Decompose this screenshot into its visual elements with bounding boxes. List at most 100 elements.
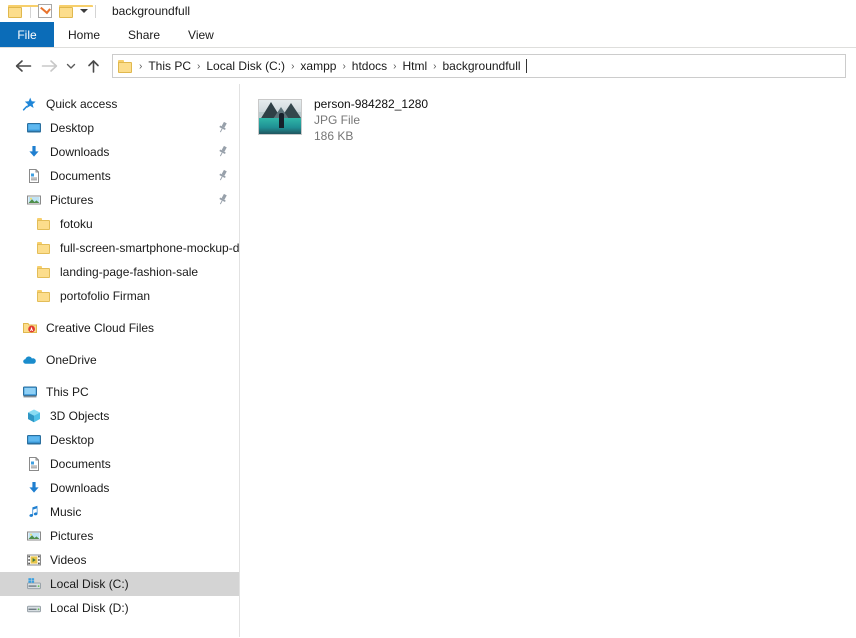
breadcrumb-separator: › <box>342 60 346 72</box>
creative-cloud-folder-icon <box>22 320 38 336</box>
sidebar-item-quick-access[interactable]: Quick access <box>0 92 239 116</box>
sidebar-item-downloads[interactable]: Downloads <box>0 140 239 164</box>
document-icon <box>26 456 42 472</box>
sidebar-item-music[interactable]: Music <box>0 500 239 524</box>
list-item[interactable]: person-984282_1280 JPG File 186 KB <box>240 96 856 144</box>
recent-locations-chevron-icon[interactable] <box>62 53 80 79</box>
navigation-pane: Quick access Desktop Downloads Documents… <box>0 84 240 637</box>
sidebar-item-label: Videos <box>50 553 87 567</box>
pictures-icon <box>26 528 42 544</box>
text-cursor <box>525 59 527 73</box>
drive-icon <box>26 600 42 616</box>
tab-view[interactable]: View <box>174 22 228 47</box>
sidebar-item-label: Local Disk (D:) <box>50 601 129 615</box>
star-icon <box>22 96 38 112</box>
tab-home[interactable]: Home <box>54 22 114 47</box>
file-thumbnail <box>258 99 302 135</box>
sidebar-item-label: Pictures <box>50 193 94 207</box>
title-bar: backgroundfull <box>0 0 856 22</box>
folder-icon <box>36 240 52 256</box>
sidebar-item-3d-objects[interactable]: 3D Objects <box>0 404 239 428</box>
breadcrumb-item-html[interactable]: Html <box>400 59 429 73</box>
sidebar-item-this-pc-downloads[interactable]: Downloads <box>0 476 239 500</box>
music-note-icon <box>26 504 42 520</box>
sidebar-item-label: Creative Cloud Files <box>46 321 155 335</box>
sidebar-item-label: Quick access <box>46 97 118 111</box>
download-arrow-icon <box>26 144 42 160</box>
system-drive-icon <box>26 576 42 592</box>
3d-objects-icon <box>26 408 42 424</box>
sidebar-item-label: OneDrive <box>46 353 97 367</box>
file-details: person-984282_1280 JPG File 186 KB <box>314 96 428 144</box>
breadcrumb-separator: › <box>197 60 201 72</box>
sidebar-item-portofolio-firman[interactable]: portofolio Firman <box>0 284 239 308</box>
sidebar-item-label: Desktop <box>50 433 95 447</box>
properties-checkbox-icon[interactable] <box>38 3 52 18</box>
breadcrumb-item-htdocs[interactable]: htdocs <box>350 59 389 73</box>
file-list-pane[interactable]: person-984282_1280 JPG File 186 KB <box>240 84 856 637</box>
tab-file[interactable]: File <box>0 22 54 47</box>
sidebar-item-label: Documents <box>50 169 111 183</box>
sidebar-item-this-pc[interactable]: This PC <box>0 380 239 404</box>
breadcrumb-item-xampp[interactable]: xampp <box>298 59 338 73</box>
breadcrumb-separator: › <box>291 60 295 72</box>
breadcrumb-item-local-disk-c[interactable]: Local Disk (C:) <box>204 59 287 73</box>
address-bar: › This PC › Local Disk (C:) › xampp › ht… <box>0 48 856 84</box>
sidebar-item-landing-page-fashion-sale[interactable]: landing-page-fashion-sale <box>0 260 239 284</box>
folder-icon <box>36 216 52 232</box>
back-button[interactable] <box>10 53 36 79</box>
breadcrumb-separator: › <box>433 60 437 72</box>
sidebar-item-onedrive[interactable]: OneDrive <box>0 348 239 372</box>
breadcrumb[interactable]: › This PC › Local Disk (C:) › xampp › ht… <box>112 54 846 78</box>
breadcrumb-item-this-pc[interactable]: This PC <box>146 59 193 73</box>
ribbon-tabs: File Home Share View <box>0 22 856 48</box>
sidebar-item-label: Downloads <box>50 481 110 495</box>
sidebar-item-this-pc-pictures[interactable]: Pictures <box>0 524 239 548</box>
tab-share[interactable]: Share <box>114 22 174 47</box>
sidebar-item-label: landing-page-fashion-sale <box>60 265 199 279</box>
sidebar-item-creative-cloud-files[interactable]: Creative Cloud Files <box>0 316 239 340</box>
folder-icon <box>36 288 52 304</box>
forward-button <box>36 53 62 79</box>
breadcrumb-item-backgroundfull[interactable]: backgroundfull <box>441 59 523 73</box>
desktop-icon <box>26 432 42 448</box>
sidebar-item-desktop[interactable]: Desktop <box>0 116 239 140</box>
pin-icon[interactable] <box>217 145 229 158</box>
pin-icon[interactable] <box>217 193 229 206</box>
sidebar-item-local-disk-c[interactable]: Local Disk (C:) <box>0 572 239 596</box>
cloud-icon <box>22 352 38 368</box>
sidebar-item-local-disk-d[interactable]: Local Disk (D:) <box>0 596 239 620</box>
toolbar-divider <box>95 4 96 18</box>
sidebar-item-videos[interactable]: Videos <box>0 548 239 572</box>
file-type: JPG File <box>314 113 361 127</box>
sidebar-item-label: Desktop <box>50 121 95 135</box>
folder-icon <box>118 59 133 73</box>
sidebar-item-full-screen-smartphone-mockup[interactable]: full-screen-smartphone-mockup-d <box>0 236 239 260</box>
sidebar-item-documents[interactable]: Documents <box>0 164 239 188</box>
sidebar-item-pictures[interactable]: Pictures <box>0 188 239 212</box>
chevron-down-icon[interactable] <box>80 9 88 13</box>
sidebar-item-label: Documents <box>50 457 111 471</box>
up-button[interactable] <box>80 53 106 79</box>
computer-icon <box>22 384 38 400</box>
new-folder-icon[interactable] <box>59 4 93 18</box>
sidebar-item-label: full-screen-smartphone-mockup-d <box>60 241 239 255</box>
sidebar-item-label: Downloads <box>50 145 110 159</box>
download-arrow-icon <box>26 480 42 496</box>
pin-icon[interactable] <box>217 121 229 134</box>
sidebar-item-label: fotoku <box>60 217 93 231</box>
sidebar-item-fotoku[interactable]: fotoku <box>0 212 239 236</box>
pin-icon[interactable] <box>217 169 229 182</box>
sidebar-item-this-pc-documents[interactable]: Documents <box>0 452 239 476</box>
sidebar-item-label: Music <box>50 505 82 519</box>
videos-icon <box>26 552 42 568</box>
desktop-icon <box>26 120 42 136</box>
sidebar-item-label: This PC <box>46 385 89 399</box>
sidebar-item-this-pc-desktop[interactable]: Desktop <box>0 428 239 452</box>
document-icon <box>26 168 42 184</box>
folder-icon[interactable] <box>8 4 42 18</box>
breadcrumb-separator: › <box>393 60 397 72</box>
